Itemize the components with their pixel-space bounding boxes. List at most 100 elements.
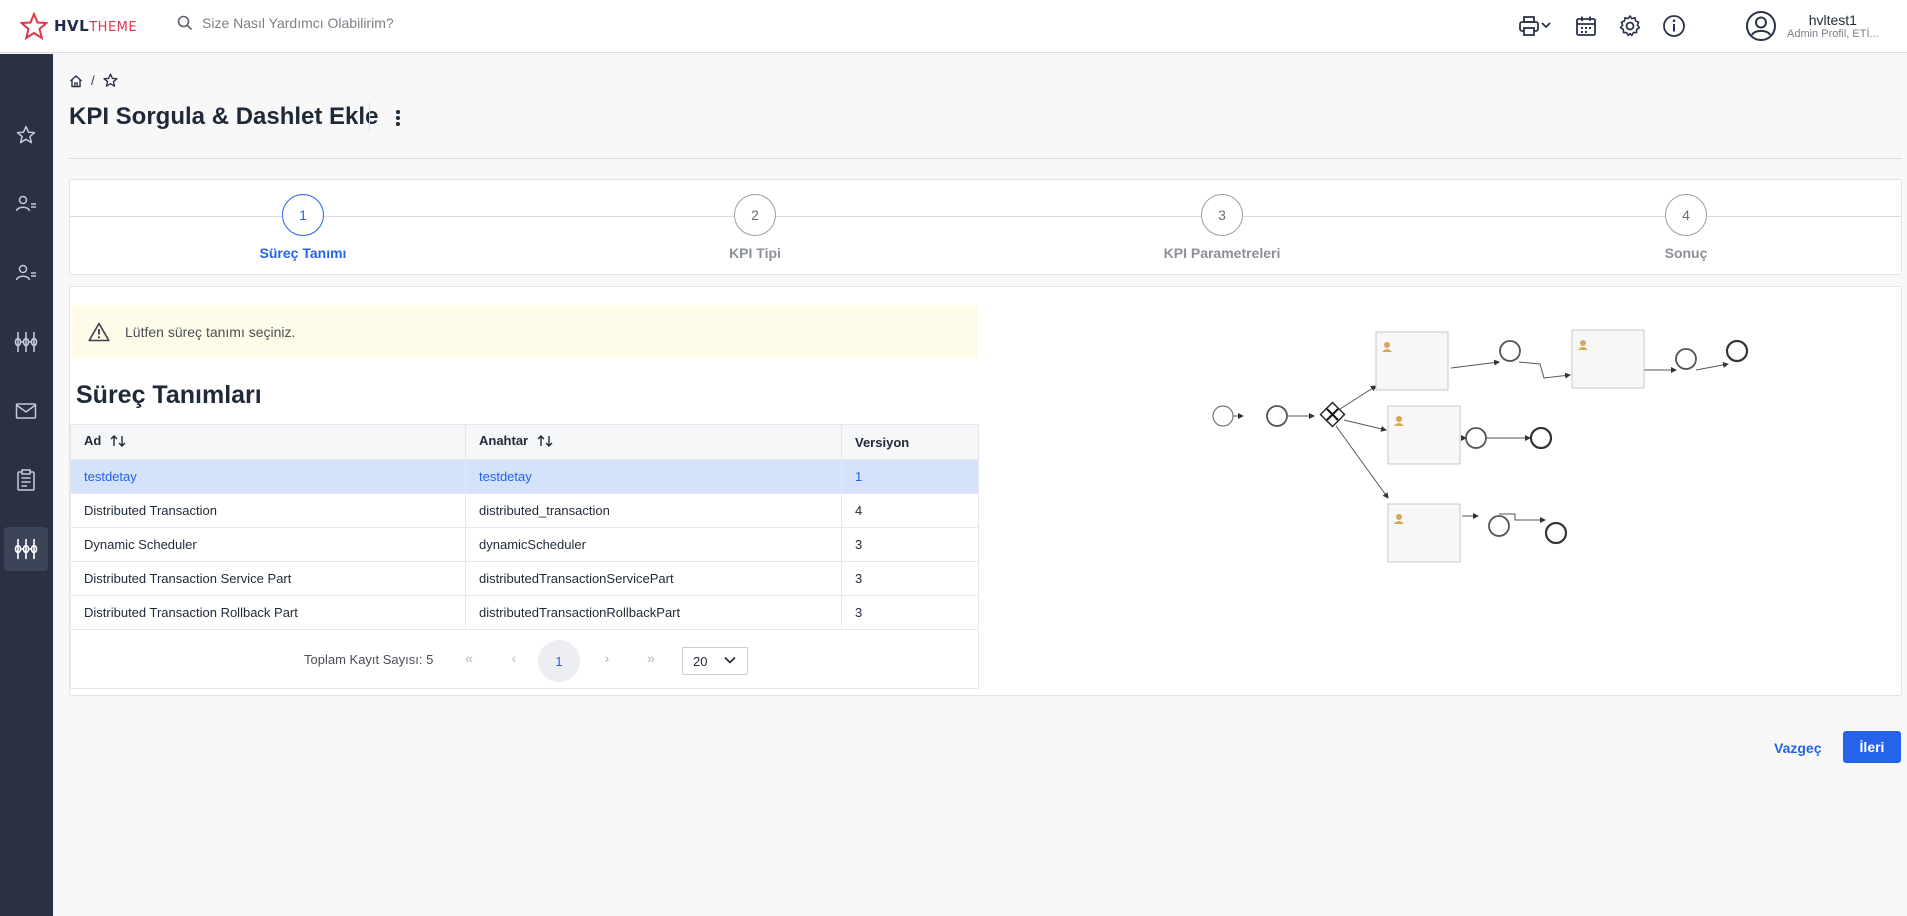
next-button[interactable]: İleri (1843, 731, 1901, 763)
sidebar-item-messages[interactable] (4, 389, 48, 433)
step-kpi-tipi[interactable]: 2 KPI Tipi (675, 194, 835, 261)
first-page-icon[interactable]: « (459, 650, 479, 670)
intermediate-event-node (1465, 427, 1487, 449)
step-number: 1 (282, 194, 324, 236)
search-input[interactable]: Size Nasıl Yardımcı Olabilirim? (202, 15, 394, 31)
step-sonuc[interactable]: 4 Sonuç (1606, 194, 1766, 261)
cell-anahtar: dynamicScheduler (465, 527, 842, 562)
alert-text: Lütfen süreç tanımı seçiniz. (125, 324, 296, 340)
total-count: Toplam Kayıt Sayısı: 5 (304, 652, 434, 667)
sidebar-item-tasks[interactable] (4, 458, 48, 502)
column-versiyon: Versiyon (841, 424, 979, 460)
sort-icon[interactable] (537, 434, 553, 451)
favorite-star-icon[interactable] (102, 73, 118, 88)
clipboard-icon (17, 469, 35, 491)
cell-ad: Distributed Transaction Rollback Part (70, 595, 466, 630)
user-avatar-icon (1746, 11, 1776, 41)
process-diagram (1212, 329, 1749, 563)
table-row[interactable]: testdetay testdetay 1 (70, 459, 979, 494)
user-name: hvltest1 (1808, 12, 1857, 28)
top-bar: HVLTHEME Size Nasıl Yardımcı Olabilirim?… (0, 0, 1907, 53)
page-size-value: 20 (693, 653, 708, 669)
table-row[interactable]: Dynamic Scheduler dynamicScheduler 3 (70, 527, 979, 562)
user-menu[interactable]: hvltest1 Admin Profil, ETİ... (1745, 10, 1879, 42)
printer-menu-button[interactable] (1518, 13, 1554, 39)
more-vertical-icon (396, 110, 400, 126)
user-task-node (1387, 405, 1461, 465)
warning-triangle-icon (88, 322, 110, 342)
title-divider-line (69, 158, 1902, 159)
search-bar[interactable]: Size Nasıl Yardımcı Olabilirim? (177, 15, 394, 31)
mail-icon (15, 403, 37, 419)
intermediate-event-node (1675, 348, 1697, 370)
step-label: KPI Parametreleri (1163, 245, 1281, 261)
end-event-node (1529, 426, 1553, 450)
step-label: KPI Tipi (729, 245, 781, 261)
network-icon (14, 332, 38, 352)
page-size-select[interactable]: 20 (682, 647, 748, 675)
cell-versiyon: 3 (841, 561, 979, 596)
sidebar-item-favorites[interactable] (4, 113, 48, 157)
step-number: 2 (734, 194, 776, 236)
star-icon (16, 125, 36, 144)
info-button[interactable] (1661, 13, 1687, 39)
breadcrumb-separator: / (91, 73, 95, 88)
settings-button[interactable] (1617, 13, 1643, 39)
cell-versiyon: 3 (841, 527, 979, 562)
table-row[interactable]: Distributed Transaction distributed_tran… (70, 493, 979, 528)
user-role: Admin Profil, ETİ... (1787, 28, 1879, 40)
sidebar-item-user-group[interactable] (4, 251, 48, 295)
user-group-icon (15, 264, 36, 281)
step-number: 4 (1665, 194, 1707, 236)
cell-anahtar: distributedTransactionRollbackPart (465, 595, 842, 630)
brand-name: HVLTHEME (54, 17, 138, 35)
star-logo-icon (20, 12, 48, 40)
sidebar-item-users[interactable] (4, 182, 48, 226)
sidebar-item-kpi[interactable] (4, 527, 48, 571)
column-ad[interactable]: Ad (70, 424, 466, 460)
sort-icon[interactable] (110, 434, 126, 451)
intermediate-event-node (1266, 405, 1288, 427)
end-event-node (1544, 521, 1568, 545)
warning-alert: Lütfen süreç tanımı seçiniz. (71, 305, 978, 359)
column-anahtar[interactable]: Anahtar (465, 424, 842, 460)
step-surec-tanimi[interactable]: 1 Süreç Tanımı (223, 194, 383, 261)
step-kpi-parametreleri[interactable]: 3 KPI Parametreleri (1142, 194, 1302, 261)
exclusive-gateway-node (1319, 401, 1346, 428)
next-page-icon[interactable]: › (597, 650, 617, 670)
search-icon (177, 15, 193, 31)
section-title: Süreç Tanımları (76, 381, 262, 409)
cell-ad: testdetay (70, 459, 466, 494)
page-title: KPI Sorgula & Dashlet Ekle (69, 103, 379, 130)
pagination: Toplam Kayıt Sayısı: 5 « ‹ 1 › » 20 (70, 631, 979, 689)
step-label: Süreç Tanımı (259, 245, 347, 261)
last-page-icon[interactable]: » (641, 650, 661, 670)
chevron-down-icon (724, 656, 736, 664)
home-icon[interactable] (69, 74, 83, 88)
cell-ad: Distributed Transaction (70, 493, 466, 528)
table-row[interactable]: Distributed Transaction Rollback Part di… (70, 595, 979, 630)
brand-logo[interactable]: HVLTHEME (20, 12, 137, 40)
calendar-button[interactable] (1573, 13, 1599, 39)
intermediate-event-node (1488, 515, 1510, 537)
user-task-node (1387, 503, 1461, 563)
gear-icon (1619, 15, 1641, 37)
prev-page-icon[interactable]: ‹ (504, 650, 524, 670)
cell-anahtar: distributedTransactionServicePart (465, 561, 842, 596)
page-actions-button[interactable] (390, 106, 406, 130)
network-active-icon (14, 539, 38, 559)
printer-icon (1519, 16, 1551, 36)
title-divider (369, 103, 370, 131)
sidebar (0, 54, 53, 916)
users-icon (15, 195, 36, 212)
current-page-button[interactable]: 1 (538, 640, 580, 682)
wizard-stepper: 1 Süreç Tanımı 2 KPI Tipi 3 KPI Parametr… (69, 179, 1902, 275)
breadcrumb: / (69, 73, 118, 88)
cell-versiyon: 4 (841, 493, 979, 528)
sidebar-item-network[interactable] (4, 320, 48, 364)
process-table: Ad Anahtar Versiyon testdetay testdetay … (70, 424, 979, 630)
cancel-button[interactable]: Vazgeç (1764, 733, 1831, 763)
start-event-node (1212, 405, 1234, 427)
table-row[interactable]: Distributed Transaction Service Part dis… (70, 561, 979, 596)
cell-versiyon: 3 (841, 595, 979, 630)
